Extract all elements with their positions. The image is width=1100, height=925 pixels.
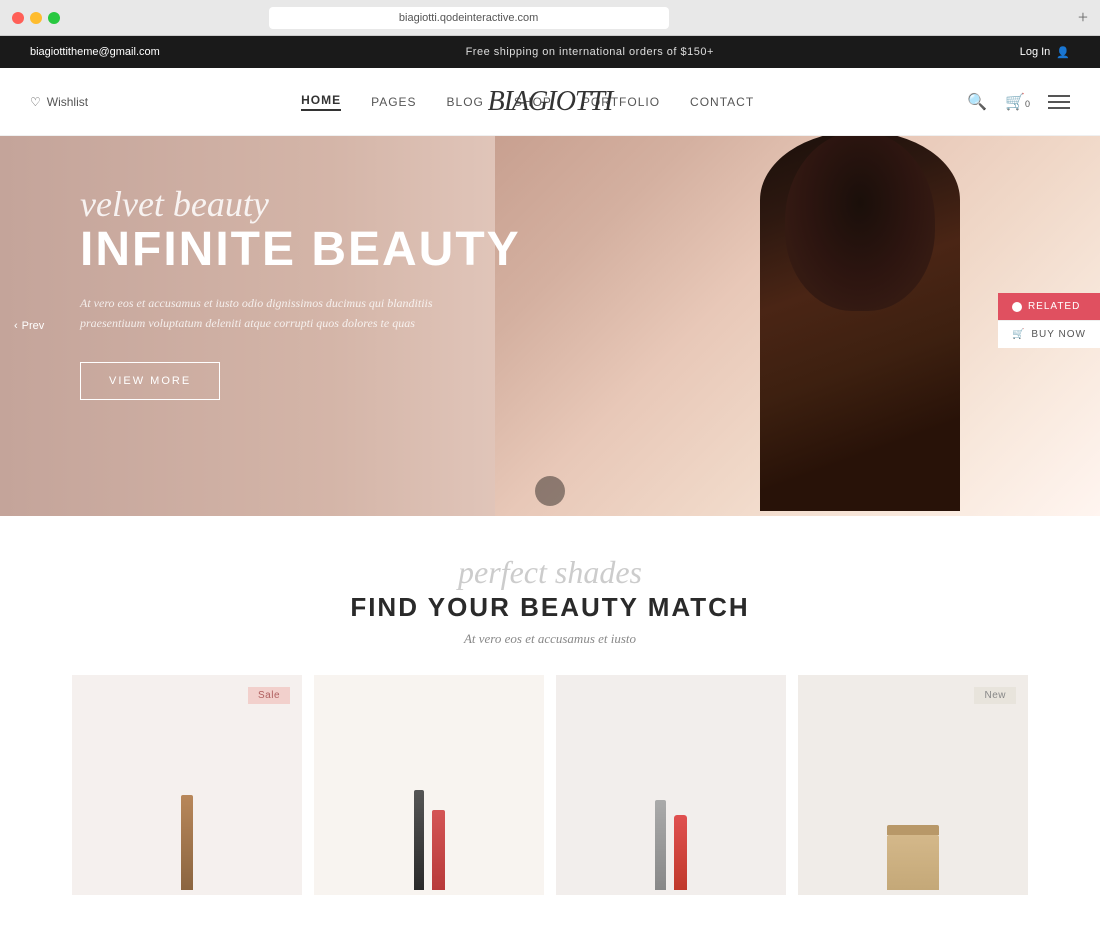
search-icon[interactable]: 🔍 (967, 92, 987, 112)
nav-blog[interactable]: BLOG (447, 95, 484, 109)
product-badge-4: New (974, 687, 1016, 704)
product-grid: Sale New (30, 675, 1070, 895)
topbar-promo: Free shipping on international orders of… (466, 46, 714, 58)
user-icon: 👤 (1056, 46, 1070, 59)
browser-window-controls (12, 12, 60, 24)
product-visual-2 (314, 790, 544, 895)
hero-description: At vero eos et accusamus et iusto odio d… (80, 293, 500, 334)
section-subtitle: At vero eos et accusamus et iusto (30, 631, 1070, 647)
product-visual-3 (556, 800, 786, 895)
menu-icon[interactable] (1048, 95, 1070, 109)
cart-small-icon: 🛒 (1012, 329, 1025, 340)
hero-script-text: velvet beauty (80, 186, 521, 222)
product-card-2[interactable] (314, 675, 544, 895)
related-button[interactable]: RELATED (998, 293, 1100, 320)
nav-menu: HOME PAGES BLOG biagiotti SHOP PORTFOLIO… (88, 93, 967, 111)
section-title: FIND YOUR BEAUTY MATCH (30, 592, 1070, 623)
topbar-email: biagiottitheme@gmail.com (30, 46, 160, 58)
nav-actions: 🔍 🛒0 (967, 92, 1070, 112)
hero-cta-button[interactable]: VIEW MORE (80, 362, 220, 400)
wishlist-link[interactable]: ♡ Wishlist (30, 95, 88, 109)
product-item-tube2 (655, 800, 666, 890)
section-script-text: perfect shades (30, 556, 1070, 588)
cream-product (887, 825, 939, 890)
product-item-lipstick2 (674, 815, 687, 890)
wishlist-label: Wishlist (47, 95, 88, 109)
product-badge-1: Sale (248, 687, 290, 704)
hero-bottom-indicator (535, 476, 565, 506)
product-card-1[interactable]: Sale (72, 675, 302, 895)
product-visual-4 (798, 825, 1028, 895)
close-icon[interactable] (12, 12, 24, 24)
nav-home[interactable]: HOME (301, 93, 341, 111)
nav-contact[interactable]: CONTACT (690, 95, 754, 109)
login-link[interactable]: Log In 👤 (1020, 46, 1070, 59)
cart-count: 0 (1025, 99, 1030, 109)
hero-prev-button[interactable]: ‹ Prev (14, 320, 44, 332)
minimize-icon[interactable] (30, 12, 42, 24)
hero-section: velvet beauty INFINITE BEAUTY At vero eo… (0, 136, 1100, 516)
url-text: biagiotti.qodeinteractive.com (399, 12, 538, 24)
product-item-tube (181, 795, 193, 890)
hero-title: INFINITE BEAUTY (80, 224, 521, 277)
fullscreen-icon[interactable] (48, 12, 60, 24)
heart-icon: ♡ (30, 95, 41, 109)
brand-logo[interactable]: biagiotti (488, 86, 613, 118)
prev-label: Prev (22, 320, 45, 332)
top-bar: biagiottitheme@gmail.com Free shipping o… (0, 36, 1100, 68)
product-card-4[interactable]: New (798, 675, 1028, 895)
browser-chrome: biagiotti.qodeinteractive.com + (0, 0, 1100, 36)
address-bar[interactable]: biagiotti.qodeinteractive.com (269, 7, 669, 29)
products-section: perfect shades FIND YOUR BEAUTY MATCH At… (0, 516, 1100, 925)
product-visual-1 (72, 795, 302, 895)
record-icon (1012, 302, 1022, 312)
nav-pages[interactable]: PAGES (371, 95, 416, 109)
product-item-lipstick (432, 810, 445, 890)
hero-content: velvet beauty INFINITE BEAUTY At vero eo… (80, 186, 521, 400)
login-label: Log In (1020, 46, 1051, 58)
hero-side-buttons: RELATED 🛒 BUY NOW (998, 293, 1100, 348)
buy-now-button[interactable]: 🛒 BUY NOW (998, 320, 1100, 348)
product-card-3[interactable] (556, 675, 786, 895)
product-item-mascara (414, 790, 424, 890)
cart-icon[interactable]: 🛒0 (1005, 92, 1030, 112)
chevron-left-icon: ‹ (14, 320, 18, 332)
navbar: ♡ Wishlist HOME PAGES BLOG biagiotti SHO… (0, 68, 1100, 136)
new-tab-button[interactable]: + (1078, 7, 1088, 28)
